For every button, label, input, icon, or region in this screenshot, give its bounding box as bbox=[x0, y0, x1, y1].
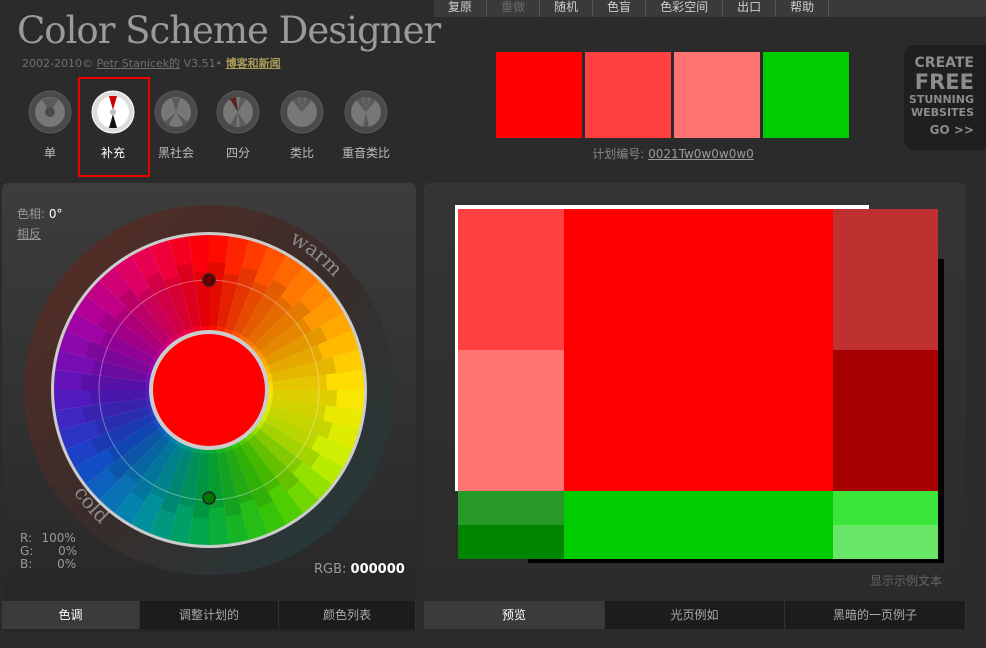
scheme-analogic-label: 类比 bbox=[289, 146, 314, 160]
menu-export[interactable]: 出口 bbox=[723, 0, 777, 17]
r-label: R: bbox=[20, 531, 33, 545]
credits: 2002-2010© Petr Stanicek的 V3.51• 博客和新闻 bbox=[22, 55, 281, 71]
selected-scheme-highlight bbox=[78, 77, 150, 177]
ad-line-3: STUNNING bbox=[908, 93, 974, 106]
ad-line-1: CREATE bbox=[914, 55, 974, 71]
swatch-complement[interactable] bbox=[763, 52, 849, 138]
version: V3.51• bbox=[183, 57, 223, 70]
tab-color-list[interactable]: 颜色列表 bbox=[279, 601, 416, 629]
scheme-tetrad-button[interactable]: 四分 bbox=[208, 90, 268, 161]
swatch-light-1[interactable] bbox=[585, 52, 671, 138]
hue-value: 0° bbox=[48, 207, 63, 221]
preview-complement-light-1[interactable] bbox=[833, 491, 938, 525]
swatch-light-2[interactable] bbox=[674, 52, 760, 138]
complement-link[interactable]: 相反 bbox=[17, 225, 41, 242]
scheme-accented-analogic-label: 重音类比 bbox=[341, 146, 390, 160]
right-tabs: 预览 光页例如 黑暗的一页例子 bbox=[424, 601, 966, 629]
scheme-id-link[interactable]: 0021Tw0w0w0w0 bbox=[648, 147, 754, 161]
preview-dark-1[interactable] bbox=[833, 209, 938, 350]
hue-label: 色相: bbox=[17, 207, 46, 221]
accented-analogic-scheme-icon bbox=[344, 90, 388, 134]
left-tabs: 色调 调整计划的 颜色列表 bbox=[2, 601, 416, 629]
scheme-mono-button[interactable]: 单 bbox=[20, 90, 80, 161]
scheme-analogic-button[interactable]: 类比 bbox=[272, 90, 332, 161]
mono-scheme-icon bbox=[28, 90, 72, 134]
g-label: G: bbox=[20, 544, 34, 558]
scheme-id-label: 计划编号: bbox=[592, 147, 645, 161]
tab-adjust-scheme[interactable]: 调整计划的 bbox=[140, 601, 279, 629]
swatch-primary[interactable] bbox=[496, 52, 582, 138]
scheme-mono-label: 单 bbox=[43, 146, 56, 160]
ad-line-2: FREE bbox=[914, 70, 974, 94]
tab-dark-page-example[interactable]: 黑暗的一页例子 bbox=[785, 601, 966, 629]
b-label: B: bbox=[20, 557, 33, 571]
scheme-triad-button[interactable]: 黑社会 bbox=[146, 90, 206, 161]
scheme-accented-analogic-button[interactable]: 重音类比 bbox=[336, 90, 396, 161]
credits-years: 2002-2010© bbox=[22, 57, 93, 70]
preview-complement-dark-2[interactable] bbox=[458, 525, 564, 559]
rgb-readout-value: 000000 bbox=[350, 562, 405, 577]
b-value: 0% bbox=[57, 557, 77, 571]
rgb-readout: RGB: 000000 bbox=[314, 562, 405, 577]
tab-hue[interactable]: 色调 bbox=[2, 601, 140, 629]
preview-complement-light-2[interactable] bbox=[833, 525, 938, 559]
primary-hue-handle[interactable] bbox=[202, 273, 216, 287]
preview-primary[interactable] bbox=[564, 209, 833, 491]
rgb-readout-label: RGB: bbox=[314, 562, 347, 577]
tab-preview[interactable]: 预览 bbox=[424, 601, 605, 629]
triad-scheme-icon bbox=[154, 90, 198, 134]
preview-complement-dark-1[interactable] bbox=[458, 491, 564, 525]
ad-go-link[interactable]: GO >> bbox=[904, 123, 986, 137]
hue-readout: 色相: 0° bbox=[17, 205, 63, 222]
scheme-id: 计划编号: 0021Tw0w0w0w0 bbox=[496, 145, 850, 162]
preview-light-2[interactable] bbox=[458, 350, 564, 491]
menu-colorspace[interactable]: 色彩空间 bbox=[646, 0, 724, 17]
menu-random[interactable]: 随机 bbox=[540, 0, 594, 17]
author-link[interactable]: Petr Stanicek的 bbox=[96, 57, 180, 70]
scheme-triad-label: 黑社会 bbox=[157, 146, 194, 160]
tetrad-scheme-icon bbox=[216, 90, 260, 134]
tab-light-page-example[interactable]: 光页例如 bbox=[605, 601, 785, 629]
preview-complement[interactable] bbox=[564, 491, 833, 559]
preview-light-1[interactable] bbox=[458, 209, 564, 350]
top-menu: 复原 重做 随机 色盲 色彩空间 出口 帮助 bbox=[434, 0, 986, 17]
menu-undo[interactable]: 复原 bbox=[434, 0, 488, 17]
app-logo: Color Scheme Designer bbox=[17, 9, 441, 52]
scheme-tetrad-label: 四分 bbox=[225, 146, 250, 160]
menu-help[interactable]: 帮助 bbox=[776, 0, 830, 17]
center-color bbox=[153, 334, 265, 446]
analogic-scheme-icon bbox=[280, 90, 324, 134]
color-wheel[interactable]: warm cold bbox=[23, 204, 395, 576]
show-sample-text-link[interactable]: 显示示例文本 bbox=[870, 572, 942, 589]
ad-line-4: WEBSITES bbox=[911, 106, 974, 119]
create-websites-ad[interactable]: CREATE FREE STUNNING WEBSITES GO >> bbox=[904, 45, 986, 150]
menu-colorblind[interactable]: 色盲 bbox=[593, 0, 647, 17]
complement-hue-handle[interactable] bbox=[202, 491, 216, 505]
menu-redo[interactable]: 重做 bbox=[487, 0, 541, 17]
rgb-percentages: R: 100% G: 0% B: 0% bbox=[20, 532, 77, 571]
preview-dark-2[interactable] bbox=[833, 350, 938, 491]
blog-link[interactable]: 博客和新闻 bbox=[226, 57, 281, 70]
